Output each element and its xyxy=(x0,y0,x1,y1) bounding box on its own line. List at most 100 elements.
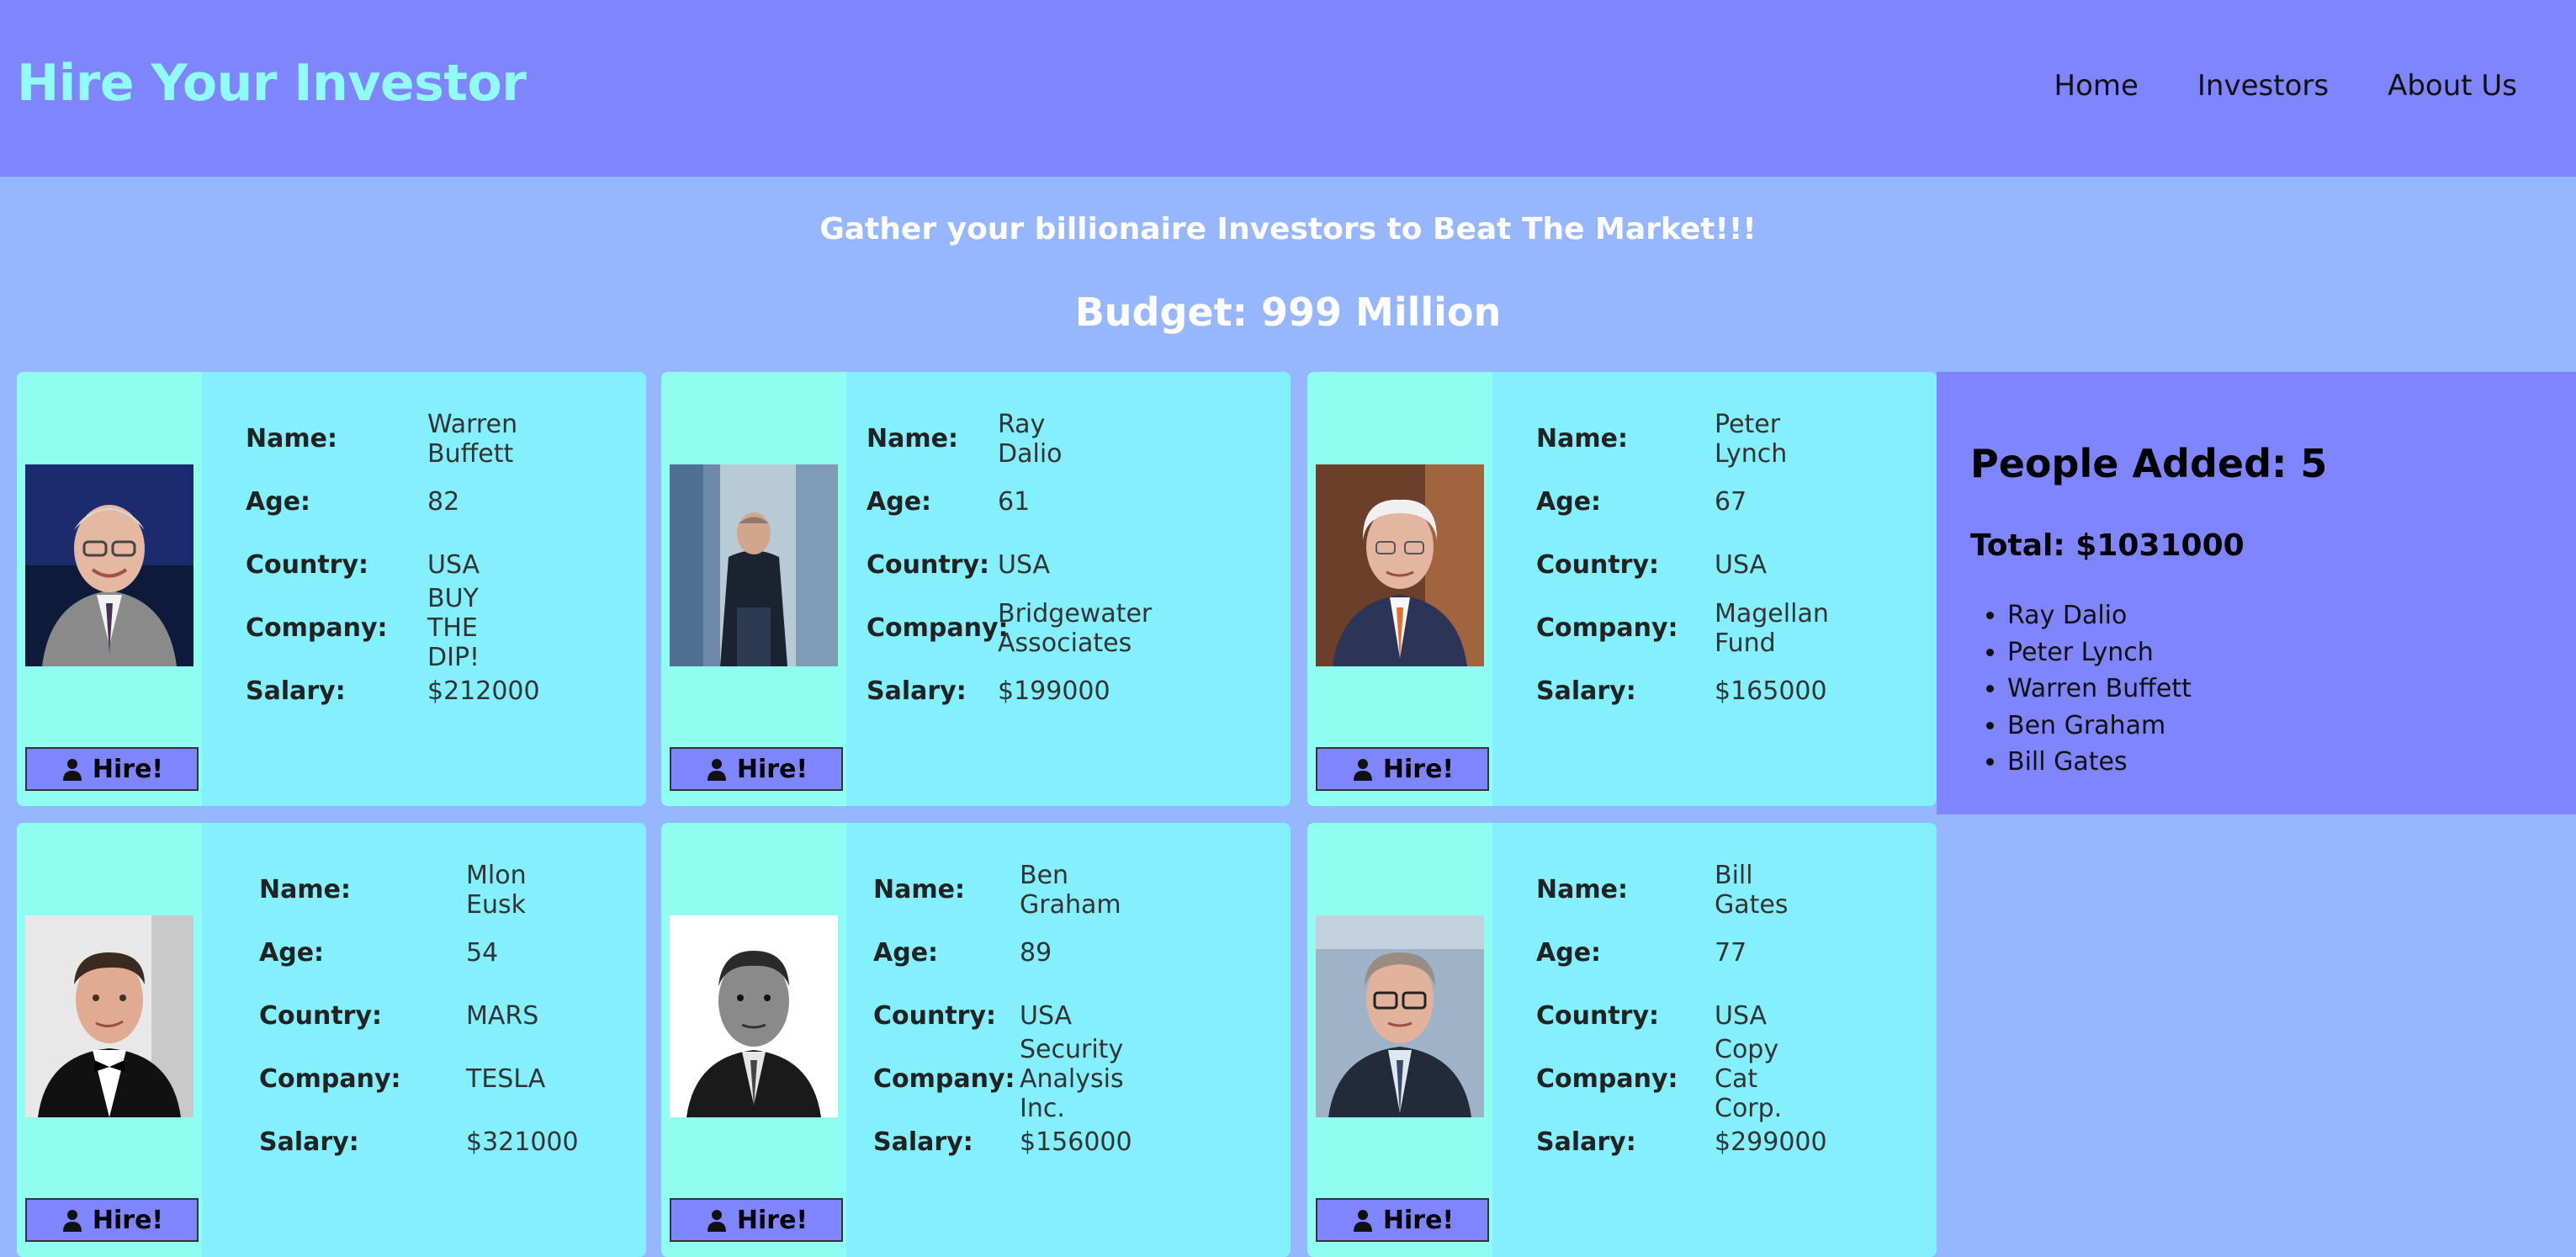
company-value: Bridgewater Associates xyxy=(998,598,1153,658)
company-value: BUY THE DIP! xyxy=(427,584,480,672)
investor-photo xyxy=(1316,464,1484,666)
user-icon xyxy=(61,1208,84,1232)
user-icon xyxy=(705,1208,729,1232)
brand-title[interactable]: Hire Your Investor xyxy=(17,54,527,113)
name-value: Peter Lynch xyxy=(1715,409,1788,469)
country-label: Country: xyxy=(246,550,369,580)
investor-card-peter-lynch: Hire! Name: Peter Lynch Age: 67 Country: US… xyxy=(1307,372,1937,806)
salary-value: $165000 xyxy=(1715,676,1827,706)
age-label: Age: xyxy=(259,938,325,968)
salary-value: $212000 xyxy=(427,676,540,706)
age-value: 77 xyxy=(1715,938,1747,968)
company-label: Company: xyxy=(246,613,388,643)
investor-card-bill-gates: Hire! Name: Bill Gates Age: 77 Country: USA… xyxy=(1307,823,1937,1257)
salary-value: $199000 xyxy=(998,676,1110,706)
country-label: Country: xyxy=(259,1001,383,1031)
country-value: USA xyxy=(1020,1001,1073,1031)
name-value: Bill Gates xyxy=(1715,860,1789,920)
company-label: Company: xyxy=(873,1064,1015,1094)
company-value: Magellan Fund xyxy=(1715,598,1829,658)
company-label: Company: xyxy=(1536,613,1678,643)
investor-photo xyxy=(1316,915,1484,1117)
hire-button[interactable]: Hire! xyxy=(25,747,199,791)
header: Hire Your Investor Home Investors About … xyxy=(0,0,2576,177)
age-value: 61 xyxy=(998,487,1031,517)
nav-about-us[interactable]: About Us xyxy=(2388,69,2517,103)
country-value: USA xyxy=(1715,1001,1768,1031)
name-label: Name: xyxy=(873,875,965,904)
hired-summary-panel: People Added: 5 Total: $1031000 Ray Dali… xyxy=(1937,372,2576,814)
user-icon xyxy=(61,757,84,781)
budget-heading: Budget: 999 Million xyxy=(1074,289,1502,335)
name-value: Ray Dalio xyxy=(998,409,1063,469)
list-item: Bill Gates xyxy=(2007,747,2192,784)
hire-label: Hire! xyxy=(92,754,164,784)
salary-value: $156000 xyxy=(1020,1127,1132,1157)
investor-card-mlon-eusk: Hire! Name: Mlon Eusk Age: 54 Country: MARS… xyxy=(17,823,646,1257)
name-label: Name: xyxy=(867,424,958,453)
investor-info: Name: Warren Buffett Age: 82 Country: USA C… xyxy=(246,407,540,723)
hire-button[interactable]: Hire! xyxy=(1316,1198,1489,1242)
age-value: 67 xyxy=(1715,487,1747,517)
country-label: Country: xyxy=(1536,1001,1660,1031)
tagline: Gather your billionaire Investors to Bea… xyxy=(819,212,1757,247)
company-value: TESLA xyxy=(466,1064,546,1094)
age-value: 89 xyxy=(1020,938,1052,968)
company-value: Copy Cat Corp. xyxy=(1715,1035,1783,1123)
total-salary: Total: $1031000 xyxy=(1970,528,2245,563)
name-label: Name: xyxy=(1536,424,1628,453)
salary-label: Salary: xyxy=(1536,676,1636,706)
salary-label: Salary: xyxy=(1536,1127,1636,1157)
nav-home[interactable]: Home xyxy=(2054,69,2139,103)
country-label: Country: xyxy=(1536,550,1660,580)
investor-info: Name: Peter Lynch Age: 67 Country: USA Comp… xyxy=(1536,407,1829,723)
age-value: 54 xyxy=(466,938,499,968)
company-label: Company: xyxy=(259,1064,401,1094)
investor-card-ben-graham: Hire! Name: Ben Graham Age: 89 Country: USA… xyxy=(661,823,1291,1257)
investor-info: Name: Bill Gates Age: 77 Country: USA Compa… xyxy=(1536,858,1827,1174)
salary-label: Salary: xyxy=(259,1127,359,1157)
hire-button[interactable]: Hire! xyxy=(670,747,843,791)
hire-label: Hire! xyxy=(736,754,808,784)
age-label: Age: xyxy=(1536,487,1602,517)
company-value: Security Analysis Inc. xyxy=(1020,1035,1124,1123)
salary-label: Salary: xyxy=(867,676,967,706)
list-item: Ray Dalio xyxy=(2007,601,2192,638)
country-label: Country: xyxy=(873,1001,997,1031)
country-value: USA xyxy=(998,550,1051,580)
name-label: Name: xyxy=(246,424,337,453)
investor-info: Name: Ray Dalio Age: 61 Country: USA Compan… xyxy=(867,407,1152,723)
user-icon xyxy=(1351,757,1375,781)
investor-card-ray-dalio: Hire! Name: Ray Dalio Age: 61 Country: USA … xyxy=(661,372,1291,806)
country-label: Country: xyxy=(867,550,990,580)
salary-label: Salary: xyxy=(873,1127,973,1157)
salary-label: Salary: xyxy=(246,676,346,706)
hire-button[interactable]: Hire! xyxy=(670,1198,843,1242)
hire-label: Hire! xyxy=(92,1205,164,1235)
investor-card-warren-buffett: Hire! Name: Warren Buffett Age: 82 Country… xyxy=(17,372,646,806)
list-item: Peter Lynch xyxy=(2007,638,2192,675)
investor-photo xyxy=(670,464,838,666)
name-label: Name: xyxy=(259,875,351,904)
main-nav: Home Investors About Us xyxy=(1996,69,2518,103)
hire-button[interactable]: Hire! xyxy=(1316,747,1489,791)
user-icon xyxy=(705,757,729,781)
nav-investors[interactable]: Investors xyxy=(2197,69,2329,103)
investor-info: Name: Mlon Eusk Age: 54 Country: MARS Compa… xyxy=(259,858,579,1174)
list-item: Warren Buffett xyxy=(2007,674,2192,711)
age-label: Age: xyxy=(867,487,932,517)
user-icon xyxy=(1351,1208,1375,1232)
name-value: Ben Graham xyxy=(1020,860,1121,920)
list-item: Ben Graham xyxy=(2007,711,2192,748)
hire-button[interactable]: Hire! xyxy=(25,1198,199,1242)
investor-info: Name: Ben Graham Age: 89 Country: USA Compa… xyxy=(873,858,1132,1174)
country-value: MARS xyxy=(466,1001,539,1031)
name-label: Name: xyxy=(1536,875,1628,904)
investor-photo xyxy=(25,915,193,1117)
company-label: Company: xyxy=(1536,1064,1678,1094)
people-added-count: People Added: 5 xyxy=(1970,441,2328,486)
investor-photo xyxy=(25,464,193,666)
investor-photo xyxy=(670,915,838,1117)
hire-label: Hire! xyxy=(1382,754,1455,784)
country-value: USA xyxy=(1715,550,1768,580)
